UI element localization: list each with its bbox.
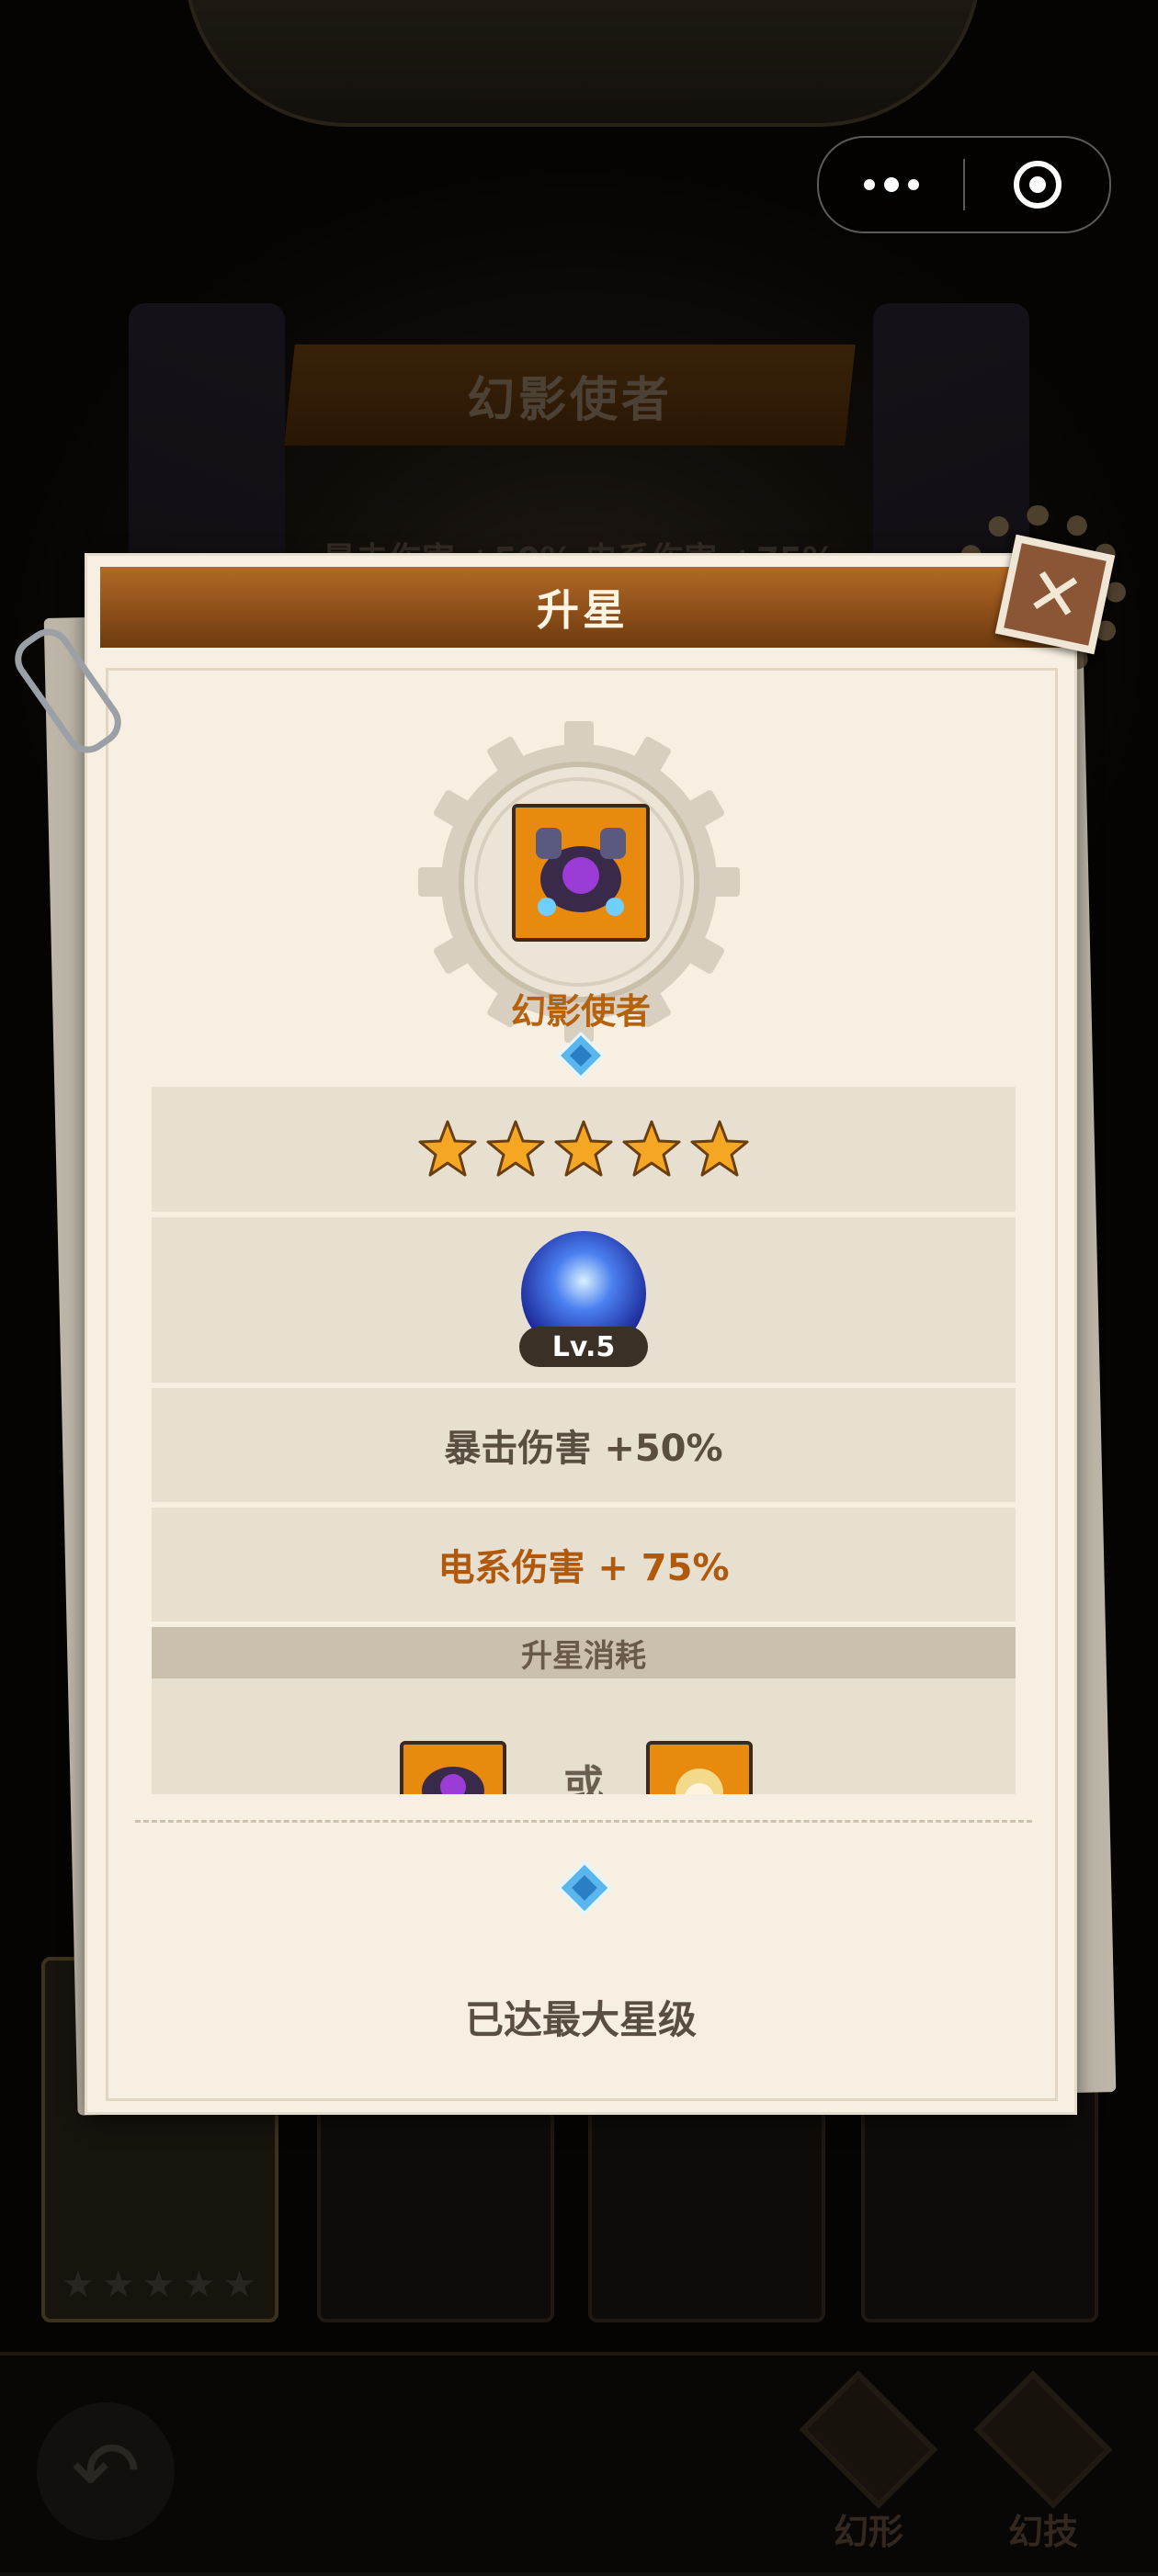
modal-title: 升星: [537, 585, 629, 635]
stat-crit-damage: 暴击伤害 +50%: [444, 1428, 723, 1470]
star-up-modal: 升星 幻影使者 Lv.5 暴击伤害 +50% 电系伤害 + 75% 升星消耗 或…: [85, 553, 1077, 2115]
cost-header: 升星消耗: [152, 1627, 1016, 1678]
mini-program-capsule: [817, 136, 1111, 233]
blonde-character-icon: [676, 1768, 723, 1794]
skill-row: Lv.5: [152, 1217, 1016, 1383]
or-label: 或: [563, 1762, 604, 1794]
target-circle-icon: [1013, 161, 1062, 209]
cost-area: 或: [152, 1678, 1016, 1794]
star-icon: [486, 1120, 545, 1177]
element-gem-icon: [557, 1860, 612, 1915]
skill-icon: Lv.5: [519, 1231, 648, 1369]
star-icon: [418, 1120, 477, 1177]
exit-button[interactable]: [965, 138, 1109, 232]
more-dots-icon: [863, 177, 919, 192]
skill-level-badge: Lv.5: [519, 1327, 648, 1367]
star-rating: [417, 1119, 750, 1180]
cost-item-alt[interactable]: [646, 1741, 753, 1794]
divider: [135, 1820, 1032, 1823]
more-button[interactable]: [819, 138, 963, 232]
star-icon: [622, 1120, 681, 1177]
hero-name: 幻影使者: [510, 991, 651, 1032]
star-up-info: Lv.5 暴击伤害 +50% 电系伤害 + 75% 升星消耗 或: [152, 1087, 1016, 1794]
hero-avatar: [512, 804, 650, 942]
element-gem-icon: [557, 1032, 605, 1079]
max-star-status: 已达最大星级: [464, 1997, 697, 2042]
stars-row: [152, 1087, 1016, 1212]
close-button[interactable]: ✕: [994, 534, 1116, 655]
star-icon: [690, 1120, 749, 1177]
close-x-icon: ✕: [1019, 550, 1091, 638]
modal-header: 升星: [100, 567, 1065, 648]
phantom-robot-icon: [516, 808, 646, 938]
stat-electric-damage: 电系伤害 + 75%: [437, 1547, 730, 1589]
stat-row-crit: 暴击伤害 +50%: [152, 1388, 1016, 1502]
star-icon: [554, 1120, 613, 1177]
stat-row-electric: 电系伤害 + 75%: [152, 1508, 1016, 1621]
